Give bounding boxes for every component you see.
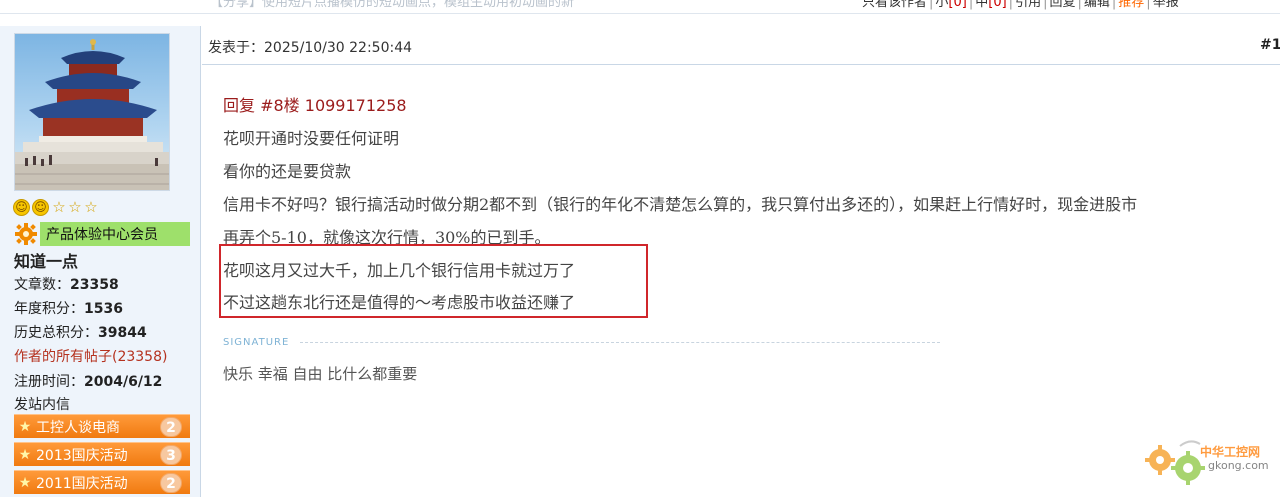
post-count-value: 23358 — [70, 277, 119, 293]
post-line: 看你的还是要贷款 — [223, 162, 352, 181]
all-posts-link[interactable]: 作者的所有帖子(23358) — [14, 346, 167, 366]
floor-number[interactable]: #10 — [1260, 37, 1280, 53]
recommend-link[interactable]: 推荐 — [1118, 0, 1144, 10]
medal-count: 3 — [160, 444, 182, 465]
gear-icon — [14, 222, 40, 246]
total-points-label: 历史总积分： — [14, 325, 98, 341]
star-icon: ☆ — [52, 198, 66, 216]
member-group-label: 产品体验中心会员 — [46, 227, 158, 243]
signature-divider — [300, 342, 940, 343]
font-mid-link[interactable]: 中 — [975, 0, 988, 10]
author-name[interactable]: 知道一点 — [14, 248, 78, 272]
smile-face-icon: ☺ — [32, 198, 49, 216]
report-link[interactable]: 举报 — [1153, 0, 1179, 10]
edit-link[interactable]: 编辑 — [1084, 0, 1110, 10]
star-icon: ☆ — [68, 198, 82, 216]
year-points-value: 1536 — [84, 301, 123, 317]
star-icon: ★ — [18, 446, 32, 463]
medal-label: 工控人谈电商 — [36, 419, 120, 436]
post-line: 信用卡不好吗？银行搞活动时做分期2都不到（银行的年化不清楚怎么算的，我只算付出多… — [223, 195, 1138, 214]
only-author-link[interactable]: 只看该作者 — [862, 0, 927, 10]
post-time: 发表于：2025/10/30 22:50:44 — [208, 40, 413, 56]
star-icon: ★ — [18, 474, 32, 491]
reply-link[interactable]: 回复 — [1049, 0, 1075, 10]
author-panel: ☺ ☺ ☆ ☆ ☆ 产品体验中心会员 知道一点 文章数：23358 年度积分：1… — [0, 26, 201, 497]
signature-label: SIGNATURE — [223, 337, 290, 348]
rank-icons: ☺ ☺ ☆ ☆ ☆ — [13, 198, 99, 216]
post-count: 文章数：23358 — [14, 274, 119, 294]
send-message-link[interactable]: 发站内信 — [14, 394, 70, 414]
watermark-brand: 中华工控网 — [1200, 445, 1261, 459]
thread-title[interactable]: 【分享】使用短片点播模仿的短动画点，模组生动用初动画的新 — [210, 0, 574, 10]
medal-item[interactable]: ★ 2013国庆活动 3 — [14, 442, 190, 466]
post-actions: 只看该作者 | 小[0] | 中[0] | 引用 | 回复 | 编辑 | 推荐 | 举报 — [862, 0, 1179, 10]
counter-b: [0] — [988, 0, 1007, 10]
total-points: 历史总积分：39844 — [14, 322, 147, 342]
star-icon: ☆ — [84, 198, 98, 216]
top-strip: 【分享】使用短片点播模仿的短动画点，模组生动用初动画的新 只看该作者 | 小[0] |… — [0, 0, 1280, 14]
year-points-label: 年度积分： — [14, 301, 84, 317]
signature-text: 快乐 幸福 自由 比什么都重要 — [223, 365, 418, 383]
quote-link[interactable]: 引用 — [1015, 0, 1041, 10]
total-points-value: 39844 — [98, 325, 147, 341]
avatar[interactable] — [14, 33, 170, 191]
highlight-box — [219, 244, 648, 318]
year-points: 年度积分：1536 — [14, 298, 123, 318]
medal-item[interactable]: ★ 工控人谈电商 2 — [14, 414, 190, 438]
post-header: 发表于：2025/10/30 22:50:44 #10 — [202, 26, 1280, 65]
register-date: 注册时间：2004/6/12 — [14, 371, 162, 391]
medal-item[interactable]: ★ 2011国庆活动 2 — [14, 470, 190, 494]
star-icon: ★ — [18, 418, 32, 435]
medal-label: 2011国庆活动 — [36, 475, 128, 492]
post-line: 花呗开通时没要任何证明 — [223, 129, 400, 148]
smile-face-icon: ☺ — [13, 198, 30, 216]
member-group-badge: 产品体验中心会员 — [14, 222, 190, 246]
medal-count: 2 — [160, 416, 182, 437]
font-small-link[interactable]: 小 — [935, 0, 948, 10]
register-date-label: 注册时间： — [14, 374, 84, 390]
post-count-label: 文章数： — [14, 277, 70, 293]
temple-of-heaven-image — [15, 34, 169, 190]
watermark-url: gkong.com — [1208, 459, 1269, 472]
reply-reference[interactable]: 回复 #8楼 1099171258 — [223, 92, 407, 116]
counter-a: [0] — [948, 0, 967, 10]
register-date-value: 2004/6/12 — [84, 374, 163, 390]
medal-label: 2013国庆活动 — [36, 447, 128, 464]
medal-count: 2 — [160, 472, 182, 493]
